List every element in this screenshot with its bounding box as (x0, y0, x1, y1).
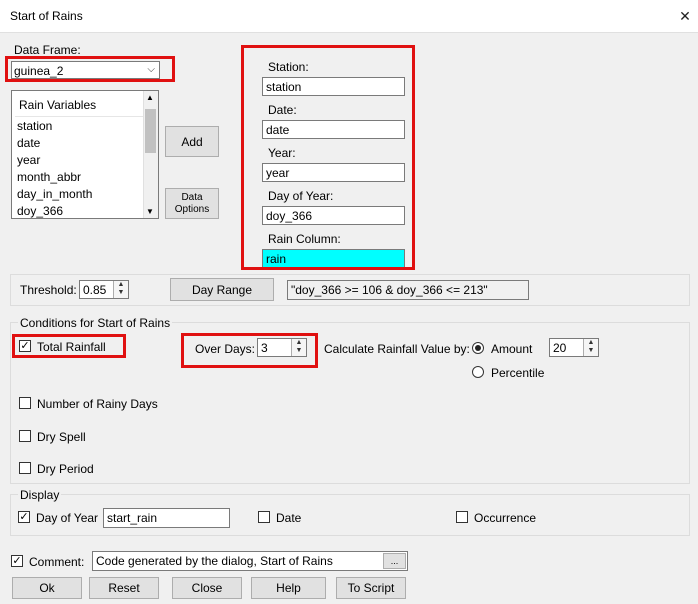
highlight-receivers (241, 45, 415, 270)
scrollbar-thumb[interactable] (145, 109, 156, 153)
rain-variables-list[interactable]: Rain Variables station date year month_a… (11, 90, 159, 219)
date-display-label: Date (276, 511, 302, 525)
conditions-title: Conditions for Start of Rains (18, 316, 173, 330)
add-button[interactable]: Add (165, 126, 219, 157)
rainy-days-label: Number of Rainy Days (37, 397, 158, 411)
day-range-expression: "doy_366 >= 106 & doy_366 <= 213" (287, 280, 529, 300)
highlight-data-frame (5, 56, 175, 82)
occurrence-checkbox[interactable] (456, 511, 468, 523)
comment-checkbox[interactable]: ✓ (11, 555, 23, 567)
scroll-up-icon[interactable]: ▲ (146, 93, 154, 102)
reset-button[interactable]: Reset (89, 577, 159, 599)
list-item[interactable]: day_in_month (17, 187, 92, 201)
day-range-button[interactable]: Day Range (170, 278, 274, 301)
close-icon[interactable]: ✕ (678, 9, 692, 23)
rainy-days-checkbox[interactable] (19, 397, 31, 409)
data-options-line2: Options (174, 203, 210, 215)
list-divider (15, 116, 143, 117)
comment-browse-button[interactable]: ... (383, 553, 406, 569)
day-of-year-display-label: Day of Year (36, 511, 99, 525)
display-title: Display (18, 488, 62, 502)
dry-spell-checkbox[interactable] (19, 430, 31, 442)
threshold-value: 0.85 (83, 283, 107, 297)
list-item[interactable]: doy_366 (17, 204, 63, 218)
highlight-over-days (181, 333, 318, 368)
close-button[interactable]: Close (172, 577, 242, 599)
highlight-total-rainfall (12, 334, 126, 358)
amount-label: Amount (491, 342, 533, 356)
data-options-line1: Data (181, 191, 203, 203)
data-options-button[interactable]: Data Options (165, 188, 219, 219)
comment-field[interactable]: Code generated by the dialog, Start of R… (92, 551, 408, 571)
list-item[interactable]: station (17, 119, 52, 133)
window-title: Start of Rains (10, 9, 83, 23)
to-script-button[interactable]: To Script (336, 577, 406, 599)
list-item[interactable]: month_abbr (17, 170, 81, 184)
help-button[interactable]: Help (251, 577, 326, 599)
data-frame-label: Data Frame: (14, 43, 81, 57)
day-of-year-name-field[interactable]: start_rain (103, 508, 230, 528)
title-bar (0, 0, 698, 33)
dry-period-label: Dry Period (37, 462, 94, 476)
percentile-label: Percentile (491, 366, 545, 380)
dry-spell-label: Dry Spell (37, 430, 86, 444)
date-display-checkbox[interactable] (258, 511, 270, 523)
spin-arrows-icon[interactable]: ▲ ▼ (113, 281, 128, 298)
scroll-down-icon[interactable]: ▼ (146, 207, 154, 216)
percentile-radio[interactable] (472, 366, 484, 378)
spin-arrows-icon[interactable]: ▲ ▼ (583, 339, 598, 356)
comment-label: Comment: (29, 555, 85, 569)
list-item[interactable]: year (17, 153, 40, 167)
list-header: Rain Variables (19, 98, 97, 112)
list-item[interactable]: date (17, 136, 40, 150)
day-of-year-checkbox[interactable]: ✓ (18, 511, 30, 523)
ok-button[interactable]: Ok (12, 577, 82, 599)
calc-by-label: Calculate Rainfall Value by: (324, 342, 470, 356)
list-scrollbar[interactable]: ▲ ▼ (143, 91, 158, 218)
amount-value: 20 (553, 341, 567, 355)
amount-radio[interactable] (472, 342, 484, 354)
occurrence-label: Occurrence (474, 511, 537, 525)
dry-period-checkbox[interactable] (19, 462, 31, 474)
threshold-stepper[interactable]: 0.85 ▲ ▼ (79, 280, 129, 299)
amount-stepper[interactable]: 20 ▲ ▼ (549, 338, 599, 357)
threshold-label: Threshold: (20, 283, 77, 297)
